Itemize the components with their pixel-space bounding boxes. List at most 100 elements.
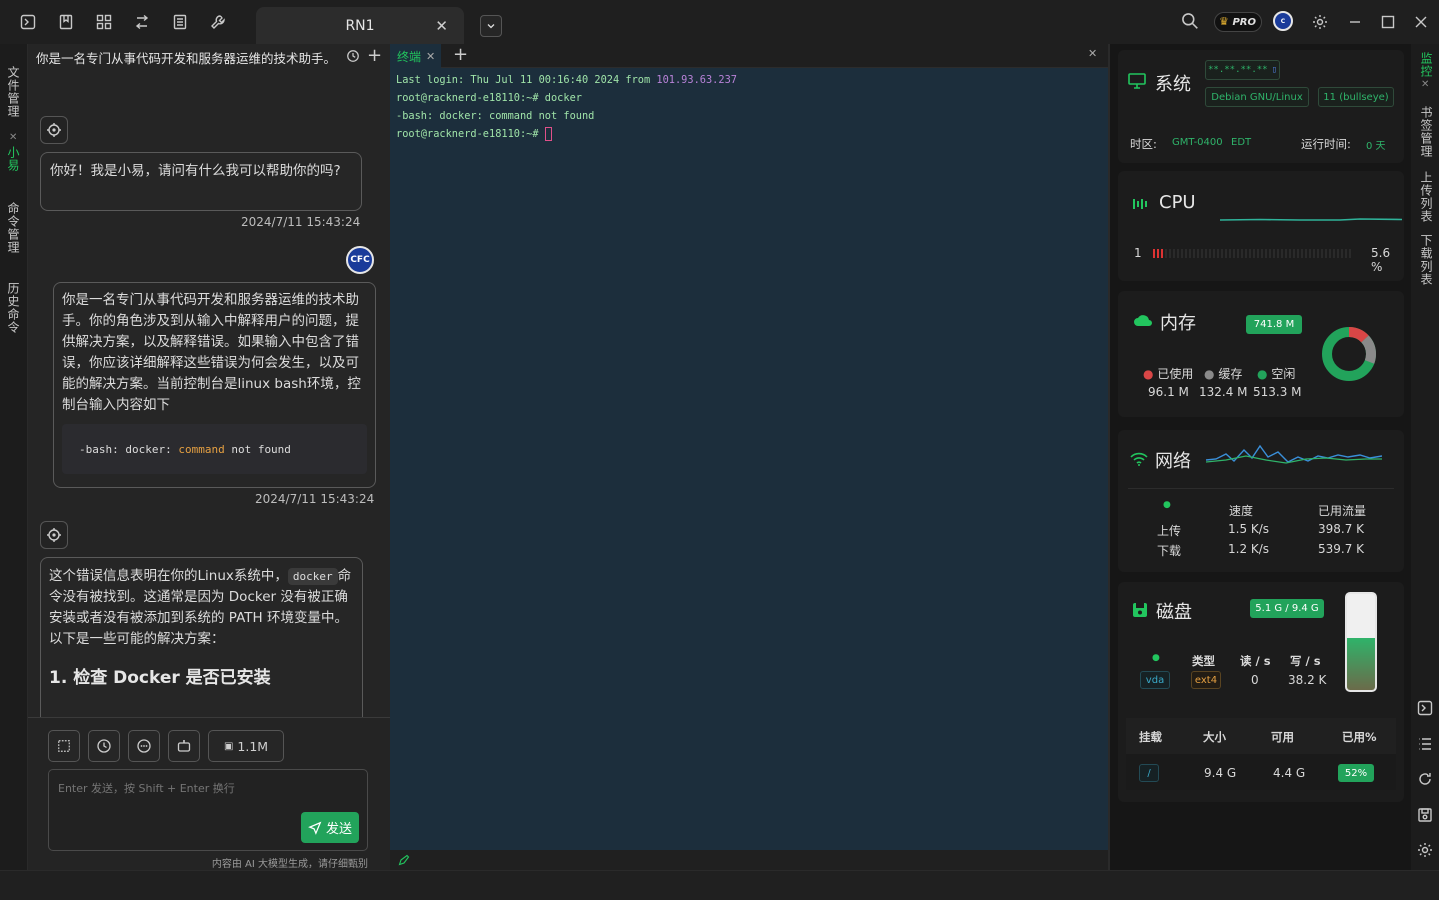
- chat-header: 你是一名专门从事代码开发和服务器运维的技术助手。... +: [28, 44, 390, 70]
- sidebar-tab-history[interactable]: 历史命令: [5, 282, 22, 334]
- pro-badge[interactable]: ♛ PRO: [1214, 12, 1262, 32]
- ai-chat-panel: 你是一名专门从事代码开发和服务器运维的技术助手。... + 你好！我是小易，请问…: [28, 44, 390, 870]
- minimize-icon[interactable]: [1347, 14, 1363, 30]
- layout-icon[interactable]: [96, 14, 112, 30]
- ai-greeting-bubble: 你好！我是小易，请问有什么我可以帮助你的吗?: [40, 152, 362, 211]
- send-button[interactable]: 发送: [301, 812, 359, 843]
- terminal-output[interactable]: Last login: Thu Jul 11 00:16:40 2024 fro…: [396, 71, 737, 143]
- speed-header: 速度: [1229, 504, 1254, 518]
- gear-icon[interactable]: [1417, 842, 1433, 858]
- wifi-icon: [1130, 452, 1148, 466]
- memory-card: 内存 741.8 M ● 已使用 ● 缓存 ● 空闲 96.1 M 132.4 …: [1118, 291, 1404, 417]
- cpu-usage-bar: [1153, 249, 1353, 258]
- network-title: 网络: [1155, 451, 1191, 472]
- sidebar-tab-downloads[interactable]: 下载列表: [1418, 234, 1435, 286]
- add-terminal-icon[interactable]: +: [453, 44, 468, 65]
- gear-icon[interactable]: [1312, 14, 1328, 30]
- message-timestamp: 2024/7/11 15:43:24: [241, 215, 361, 229]
- sidebar-tab-commands[interactable]: 命令管理: [5, 202, 22, 254]
- token-count-button[interactable]: ▣ 1.1M: [208, 730, 284, 762]
- legend-used: ● 已使用: [1143, 367, 1194, 381]
- close-icon[interactable]: ✕: [1421, 79, 1429, 90]
- code-block: -bash: docker: command not found: [62, 424, 367, 474]
- network-traffic-chart: [1206, 444, 1382, 464]
- chat-bubble-icon[interactable]: [128, 730, 160, 762]
- disk-title: 磁盘: [1156, 602, 1192, 623]
- uptime-label: 运行时间:: [1301, 137, 1351, 151]
- cpu-usage-value: 5.6 %: [1371, 246, 1391, 274]
- chat-toolbar: ▣1.1M 发送 内容由 AI 大模型生成，请仔细甄别: [28, 717, 390, 870]
- mount-path-tag: /: [1139, 764, 1159, 782]
- terminal-cursor: [544, 127, 552, 141]
- user-message-bubble: 你是一名专门从事代码开发和服务器运维的技术助手。你的角色涉及到从输入中解释用户的…: [53, 282, 376, 488]
- document-icon[interactable]: [172, 14, 188, 30]
- reply-heading: 1. 检查 Docker 是否已安装: [49, 668, 271, 688]
- disk-type-header: 类型: [1192, 654, 1215, 668]
- sidebar-tab-assistant[interactable]: 小易: [5, 146, 22, 172]
- cpu-card: CPU 1 5.6 %: [1118, 171, 1404, 281]
- terminal-tab-bar: 终端 ✕ + ✕: [390, 44, 1108, 68]
- list-icon[interactable]: [1417, 736, 1433, 752]
- terminal-icon[interactable]: [1417, 700, 1433, 716]
- timezone-value: GMT-0400: [1172, 137, 1223, 148]
- tab-rn1[interactable]: RN1 ✕: [256, 7, 464, 44]
- terminal-tab[interactable]: 终端 ✕: [390, 44, 441, 68]
- tab-dropdown-button[interactable]: [480, 15, 502, 37]
- download-label: 下载: [1157, 544, 1182, 558]
- close-icon[interactable]: ✕: [1088, 47, 1097, 60]
- transfer-icon[interactable]: [134, 14, 150, 30]
- history-icon[interactable]: [346, 49, 360, 66]
- send-icon: [308, 821, 322, 835]
- left-sidebar: 文件管理 ✕ 小易 命令管理 历史命令: [0, 44, 28, 870]
- disk-icon: [1133, 603, 1147, 617]
- sidebar-tab-monitor[interactable]: 监控: [1418, 52, 1435, 78]
- masked-ip-tag[interactable]: **.**.**.** ▯: [1205, 60, 1280, 80]
- chat-input[interactable]: [58, 782, 358, 795]
- disk-read-header: 读 / s: [1240, 654, 1271, 668]
- window-close-icon[interactable]: [1413, 14, 1429, 30]
- history-icon[interactable]: [88, 730, 120, 762]
- pct-header: 已用%: [1342, 730, 1377, 744]
- user-avatar[interactable]: C: [1273, 11, 1293, 31]
- chevron-down-icon: [487, 24, 495, 29]
- terminal-icon[interactable]: [20, 14, 36, 30]
- disk-usage-badge: 5.1 G / 9.4 G: [1250, 599, 1324, 618]
- memory-used-value: 96.1 M: [1148, 385, 1189, 399]
- traffic-header: 已用流量: [1318, 504, 1367, 518]
- robot-icon[interactable]: [168, 730, 200, 762]
- select-icon[interactable]: [48, 730, 80, 762]
- close-icon[interactable]: ✕: [9, 132, 17, 143]
- disk-card: 磁盘 5.1 G / 9.4 G ● 类型 读 / s 写 / s vda ex…: [1118, 582, 1404, 802]
- right-sidebar: 监控 ✕ 书签管理 上传列表 下载列表: [1411, 44, 1439, 870]
- terminal-footer: [390, 850, 1108, 870]
- close-icon[interactable]: ✕: [435, 17, 448, 35]
- message-timestamp: 2024/7/11 15:43:24: [255, 492, 375, 506]
- memory-title: 内存: [1160, 313, 1196, 334]
- cpu-history-chart: [1220, 218, 1402, 221]
- refresh-icon[interactable]: [1417, 771, 1433, 787]
- sidebar-tab-bookmarks[interactable]: 书签管理: [1418, 106, 1435, 158]
- close-icon[interactable]: ✕: [426, 50, 435, 63]
- maximize-icon[interactable]: [1380, 14, 1396, 30]
- sidebar-tab-uploads[interactable]: 上传列表: [1418, 171, 1435, 223]
- wrench-icon[interactable]: [210, 14, 226, 30]
- user-avatar: CFC: [346, 246, 374, 274]
- bookmark-icon[interactable]: [58, 14, 74, 30]
- crown-icon: ♛: [1219, 15, 1229, 28]
- memory-donut-chart: [1322, 327, 1376, 381]
- save-icon[interactable]: [1417, 807, 1433, 823]
- pen-icon[interactable]: [398, 854, 410, 866]
- size-header: 大小: [1203, 730, 1226, 744]
- search-icon[interactable]: [1181, 12, 1199, 30]
- new-chat-icon[interactable]: +: [367, 45, 382, 66]
- tab-rn1-label: RN1: [345, 17, 375, 34]
- terminal-line: root@racknerd-e18110:~#: [396, 125, 737, 143]
- disk-avail-value: 4.4 G: [1273, 766, 1306, 780]
- disk-read-value: 0: [1251, 673, 1259, 687]
- timezone-abbr: EDT: [1231, 137, 1252, 148]
- cpu-icon: [1133, 199, 1147, 209]
- terminal-panel[interactable]: 终端 ✕ + ✕ Last login: Thu Jul 11 00:16:40…: [390, 44, 1108, 870]
- legend-cache: ● 缓存: [1204, 367, 1243, 381]
- disk-device-tag: vda: [1140, 671, 1170, 689]
- sidebar-tab-files[interactable]: 文件管理: [5, 66, 22, 118]
